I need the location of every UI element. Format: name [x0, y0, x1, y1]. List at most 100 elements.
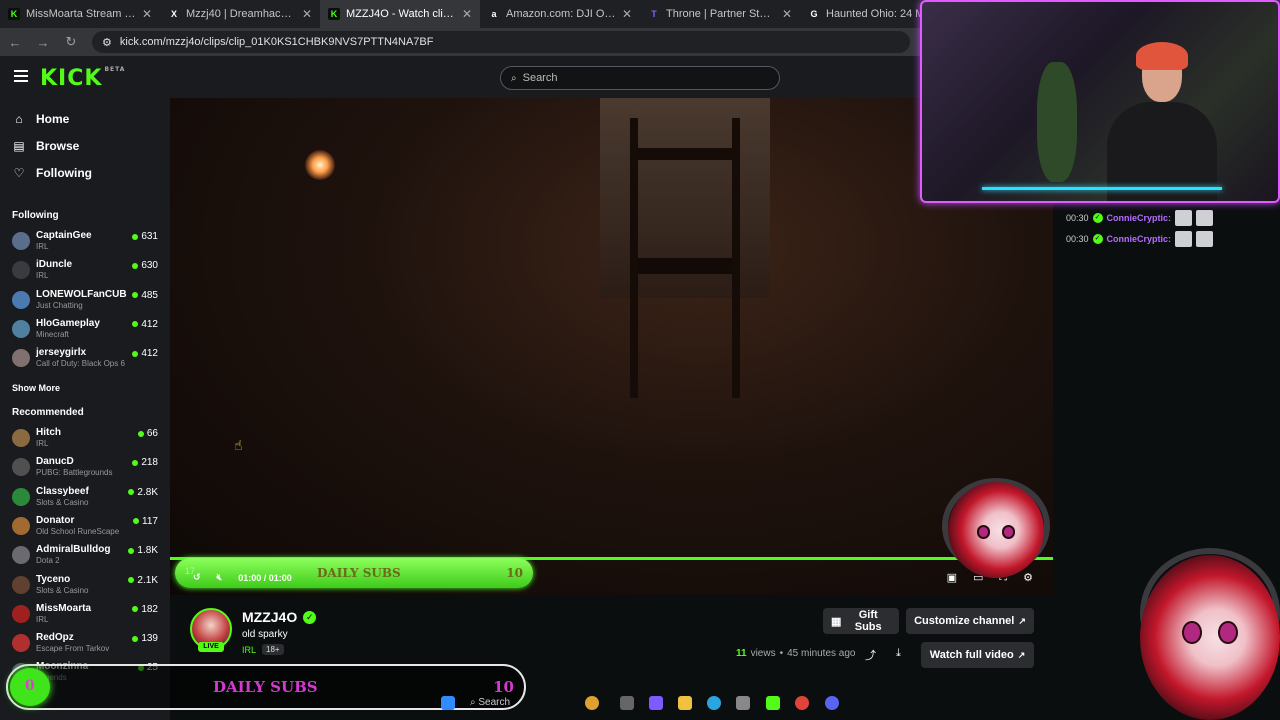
channel-name: LONEWOLFanCUB [36, 288, 127, 300]
discord-icon[interactable] [825, 696, 839, 710]
emote-icon [1196, 210, 1214, 226]
search-icon: ⌕ [511, 72, 517, 84]
browser-tab[interactable]: K MissMoarta Stream - Watch Li ✕ [0, 0, 160, 28]
channel-category: Dota 2 [36, 556, 60, 566]
sidebar-channel[interactable]: HloGameplay Minecraft 412 [12, 318, 162, 344]
edge-icon[interactable] [707, 696, 721, 710]
windows-start-icon[interactable] [441, 696, 455, 710]
sidebar-channel[interactable]: Donator Old School RuneScape 117 [12, 515, 162, 541]
live-dot-icon [128, 547, 135, 554]
close-tab-icon[interactable]: ✕ [302, 7, 312, 21]
channel-category: Slots & Casino [36, 585, 89, 595]
kick-app-icon[interactable] [766, 696, 780, 710]
show-more-button[interactable]: Show More [12, 383, 60, 393]
sidebar-channel[interactable]: Classybeef Slots & Casino 2.8K [12, 486, 162, 512]
reload-icon[interactable]: ↻ [64, 34, 78, 50]
sidebar-channel[interactable]: Tyceno Slots & Casino 2.1K [12, 574, 162, 600]
sidebar-channel[interactable]: Hitch IRL 66 [12, 427, 162, 453]
customize-channel-button[interactable]: Customize channel ↗ [906, 608, 1034, 634]
nav-following[interactable]: ♡ Following [12, 162, 162, 184]
live-dot-icon [128, 489, 135, 496]
verified-badge-icon: ✓ [1092, 234, 1103, 244]
store-icon[interactable] [736, 696, 750, 710]
taskbar-search[interactable]: ⌕ Search [470, 697, 510, 708]
live-dot-icon [128, 577, 135, 583]
sidebar-channel[interactable]: CaptainGee IRL 631 [12, 230, 162, 256]
pip-icon[interactable]: ▣ [947, 571, 957, 584]
nav-home[interactable]: ⌂ Home [12, 108, 162, 130]
close-tab-icon[interactable]: ✕ [462, 7, 472, 21]
live-dot-icon [132, 459, 139, 466]
tab-favicon-icon: K [8, 8, 20, 20]
search-input[interactable] [522, 72, 763, 84]
clip-tags: IRL 18+ [242, 644, 284, 655]
view-count: 11 [736, 648, 747, 659]
chat-username[interactable]: ConnieCryptic: [1107, 213, 1172, 223]
tab-title: Mzzj40 | Dreamhack Atlanta [186, 8, 296, 20]
live-dot-icon [132, 606, 139, 613]
viewer-count: 218 [132, 457, 158, 468]
sidebar-channel[interactable]: AdmiralBulldog Dota 2 1.8K [12, 544, 162, 570]
browser-tab[interactable]: K MZZJ4O - Watch clips on Kick ✕ [320, 0, 480, 28]
clip-title: old sparky [242, 629, 288, 640]
share-icon[interactable]: ⤴ [865, 647, 876, 663]
live-dot-icon [132, 292, 139, 299]
browser-tab[interactable]: X Mzzj40 | Dreamhack Atlanta ✕ [160, 0, 320, 28]
kick-logo[interactable]: KICK BETA [40, 66, 125, 91]
chat-username[interactable]: ConnieCryptic: [1107, 234, 1172, 244]
viewer-count: 182 [132, 604, 158, 615]
browser-tab[interactable]: a Amazon.com: DJI Osmo Mobile ✕ [480, 0, 640, 28]
back-icon[interactable]: ← [8, 35, 22, 50]
sidebar-channel[interactable]: RedOpz Escape From Tarkov 139 [12, 632, 162, 658]
gift-subs-button[interactable]: ▦ Gift Subs [823, 608, 899, 634]
channel-name[interactable]: MZZJ4O ✓ [242, 609, 317, 625]
mute-icon[interactable]: 🔇︎ [217, 572, 223, 583]
close-tab-icon[interactable]: ✕ [142, 7, 152, 21]
sidebar-channel[interactable]: iDuncle IRL 630 [12, 259, 162, 285]
subs-overlay-label: DAILY SUBS [317, 566, 401, 580]
sidebar-channel[interactable]: jerseygirlx Call of Duty: Black Ops 6 412 [12, 347, 162, 373]
sidebar-channel[interactable]: MissMoarta IRL 182 [12, 603, 162, 629]
viewer-count: 117 [133, 516, 158, 527]
channel-category: IRL [36, 242, 49, 251]
live-dot-icon [132, 350, 139, 357]
close-tab-icon[interactable]: ✕ [782, 7, 792, 21]
channel-avatar [12, 232, 30, 250]
sidebar-channel[interactable]: DanucD PUBG: Battlegrounds 218 [12, 456, 162, 482]
viewer-count: 66 [137, 428, 158, 439]
tab-favicon-icon: G [810, 9, 818, 19]
settings-icon[interactable]: ⚙ [1023, 571, 1033, 584]
chrome-icon[interactable] [795, 696, 809, 710]
search-box[interactable]: ⌕ [500, 66, 780, 90]
task-view-icon[interactable] [620, 696, 634, 710]
browser-tab[interactable]: T Throne | Partner Store | Browse ✕ [640, 0, 800, 28]
channel-name: AdmiralBulldog [36, 544, 111, 556]
watch-full-video-button[interactable]: Watch full video ↗ [921, 642, 1034, 668]
site-info-icon[interactable]: ⚙ [102, 36, 112, 49]
nav-browse[interactable]: ▤ Browse [12, 135, 162, 157]
viewer-count: 1.8K [128, 545, 158, 556]
browse-icon: ▤ [13, 139, 25, 153]
address-bar[interactable]: ⚙ kick.com/mzzj4o/clips/clip_01K0KS1CHBK… [92, 31, 910, 53]
channel-name: DanucD [36, 456, 74, 468]
subs-bottom-goal: 10 [493, 678, 514, 696]
menu-icon[interactable] [14, 70, 28, 82]
tab-favicon-icon: X [170, 9, 177, 19]
channel-avatar [12, 290, 30, 309]
download-icon[interactable]: ⤓ [896, 647, 901, 660]
copilot-icon[interactable] [649, 696, 663, 710]
viewer-count: 139 [132, 633, 158, 644]
live-dot-icon [137, 430, 144, 437]
weather-icon[interactable] [585, 696, 599, 710]
file-explorer-icon[interactable] [678, 696, 692, 710]
channel-name: HloGameplay [36, 317, 100, 329]
sidebar-channel[interactable]: LONEWOLFanCUB Just Chatting 485 [12, 289, 162, 315]
live-dot-icon [132, 635, 139, 642]
category-link[interactable]: IRL [242, 645, 256, 655]
close-tab-icon[interactable]: ✕ [622, 7, 632, 21]
channel-avatar [12, 487, 30, 506]
forward-icon[interactable]: → [36, 35, 50, 50]
external-link-icon: ↗ [1018, 615, 1026, 626]
replay-icon[interactable]: ↺ [193, 572, 201, 583]
tab-favicon-icon: T [651, 9, 657, 19]
